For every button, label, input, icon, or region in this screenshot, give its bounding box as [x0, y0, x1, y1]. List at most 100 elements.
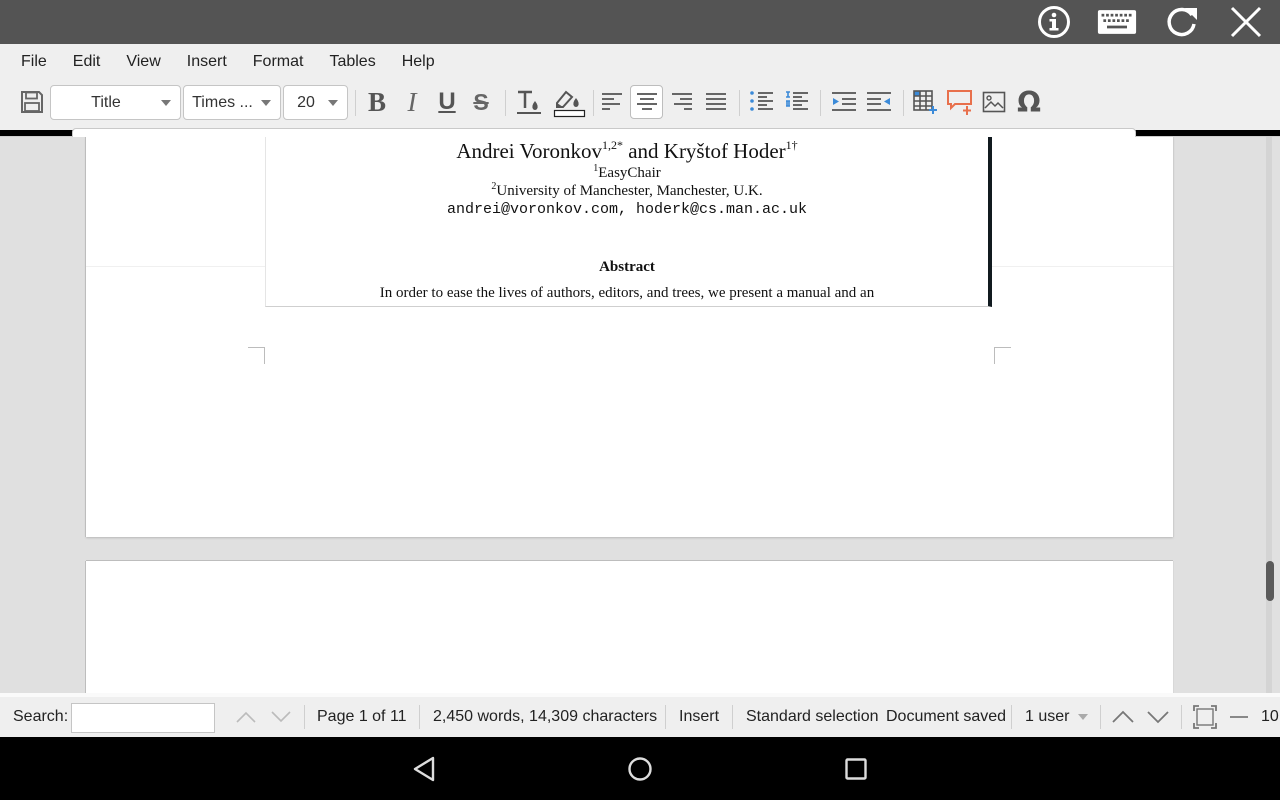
- chevron-down-icon: [161, 99, 171, 106]
- align-right-button[interactable]: [668, 86, 696, 118]
- info-button[interactable]: [1034, 2, 1074, 42]
- refresh-button[interactable]: [1162, 2, 1202, 42]
- align-center-icon: [636, 93, 657, 110]
- toolbar-separator: [593, 90, 594, 116]
- menu-tables[interactable]: Tables: [316, 44, 388, 80]
- abstract-text: In order to ease the lives of authors, e…: [379, 285, 875, 301]
- insert-table-button[interactable]: [911, 86, 939, 118]
- numbered-list-icon: [786, 91, 808, 110]
- increase-indent-button[interactable]: [864, 86, 894, 118]
- font-size-select[interactable]: 20: [283, 85, 348, 120]
- numbered-list-button[interactable]: [783, 86, 811, 118]
- vertical-scrollbar-track[interactable]: [1266, 137, 1272, 693]
- chevron-up-icon: [1112, 710, 1134, 723]
- chevron-down-icon: [261, 99, 271, 106]
- fit-page-button[interactable]: [1193, 697, 1217, 737]
- align-right-icon: [672, 93, 692, 110]
- text-color-icon: [517, 90, 541, 114]
- affiliation-2-name: University of Manchester, Manchester, U.…: [496, 183, 763, 199]
- italic-button[interactable]: I: [398, 86, 426, 118]
- author-2-affiliation: 1†: [785, 138, 798, 152]
- insert-image-icon: [982, 91, 1006, 113]
- font-name-value: Times ...: [192, 93, 253, 111]
- menu-edit[interactable]: Edit: [60, 44, 114, 80]
- paragraph-style-value: Title: [91, 93, 121, 111]
- bold-icon: B: [367, 86, 386, 117]
- strikethrough-button[interactable]: S: [467, 86, 495, 118]
- document-page[interactable]: Andrei Voronkov1,2* and Kryštof Hoder1† …: [86, 137, 1173, 537]
- insert-image-button[interactable]: [980, 86, 1008, 118]
- margin-corner-left: [248, 347, 265, 364]
- justify-icon: [706, 93, 726, 110]
- menu-help[interactable]: Help: [389, 44, 448, 80]
- special-character-button[interactable]: Ω: [1014, 85, 1044, 119]
- home-button[interactable]: [622, 751, 658, 787]
- decrease-indent-button[interactable]: [829, 86, 859, 118]
- search-prev-button[interactable]: [235, 697, 257, 737]
- justify-button[interactable]: [702, 86, 730, 118]
- document-canvas[interactable]: Andrei Voronkov1,2* and Kryštof Hoder1† …: [0, 137, 1280, 693]
- decrease-indent-icon: [832, 92, 856, 111]
- minus-icon: [1230, 716, 1248, 718]
- font-size-value: 20: [297, 93, 315, 111]
- align-left-icon: [602, 93, 622, 110]
- search-input[interactable]: [71, 703, 215, 733]
- status-separator: [304, 705, 305, 729]
- toolbar-separator: [903, 90, 904, 116]
- recents-icon: [845, 758, 867, 780]
- status-separator: [732, 705, 733, 729]
- omega-icon: Ω: [1017, 85, 1041, 119]
- align-center-button[interactable]: [630, 85, 663, 119]
- underline-button[interactable]: U: [433, 86, 461, 118]
- status-separator: [1100, 705, 1101, 729]
- menu-format[interactable]: Format: [240, 44, 317, 80]
- keyboard-icon: [1097, 10, 1137, 34]
- affiliation-1-name: EasyChair: [598, 165, 661, 181]
- zoom-out-button[interactable]: [1230, 697, 1248, 737]
- status-bar: Search: Page 1 of 11 2,450 words, 14,309…: [0, 693, 1280, 737]
- menu-file[interactable]: File: [8, 44, 60, 80]
- font-name-select[interactable]: Times ...: [183, 85, 281, 120]
- affiliation-1: 1EasyChair: [266, 163, 988, 182]
- insert-comment-button[interactable]: [945, 86, 975, 118]
- save-button[interactable]: [18, 86, 46, 118]
- align-left-button[interactable]: [598, 86, 626, 118]
- bold-button[interactable]: B: [363, 86, 391, 118]
- users-dropdown[interactable]: 1 user: [1025, 697, 1089, 737]
- chevron-down-icon: [1078, 714, 1089, 720]
- search-next-button[interactable]: [270, 697, 292, 737]
- chevron-down-icon: [1147, 711, 1169, 724]
- next-page-button[interactable]: [1146, 697, 1170, 737]
- strikethrough-icon: S: [473, 88, 489, 115]
- insert-mode[interactable]: Insert: [679, 697, 719, 737]
- text-color-button[interactable]: [513, 86, 545, 118]
- previous-page-button[interactable]: [1111, 697, 1135, 737]
- highlight-color-button[interactable]: [553, 86, 587, 118]
- status-separator: [1181, 705, 1182, 729]
- vertical-scrollbar-thumb[interactable]: [1266, 561, 1274, 601]
- info-icon: [1038, 6, 1070, 38]
- italic-icon: I: [407, 86, 417, 117]
- insert-table-icon: [913, 90, 937, 114]
- back-button[interactable]: [406, 751, 442, 787]
- selection-mode[interactable]: Standard selection: [746, 697, 879, 737]
- author-1: Andrei Voronkov: [456, 139, 602, 163]
- refresh-icon: [1167, 7, 1197, 37]
- toolbar-separator: [820, 90, 821, 116]
- author-emails: andrei@voronkov.com, hoderk@cs.man.ac.uk: [446, 201, 808, 218]
- menu-view[interactable]: View: [113, 44, 173, 80]
- app-root: File Edit View Insert Format Tables Help…: [0, 0, 1280, 800]
- recents-button[interactable]: [838, 751, 874, 787]
- keyboard-button[interactable]: [1097, 2, 1137, 42]
- margin-corner-right: [994, 347, 1011, 364]
- paragraph-style-select[interactable]: Title: [50, 85, 181, 120]
- close-button[interactable]: [1226, 2, 1266, 42]
- bulleted-list-button[interactable]: [748, 86, 776, 118]
- status-separator: [665, 705, 666, 729]
- title-image[interactable]: Andrei Voronkov1,2* and Kryštof Hoder1† …: [265, 137, 992, 307]
- menu-insert[interactable]: Insert: [174, 44, 240, 80]
- author-1-affiliation: 1,2*: [601, 138, 623, 152]
- page-info[interactable]: Page 1 of 11: [317, 697, 407, 737]
- zoom-level[interactable]: 10: [1261, 697, 1279, 737]
- document-page-next[interactable]: [86, 561, 1173, 693]
